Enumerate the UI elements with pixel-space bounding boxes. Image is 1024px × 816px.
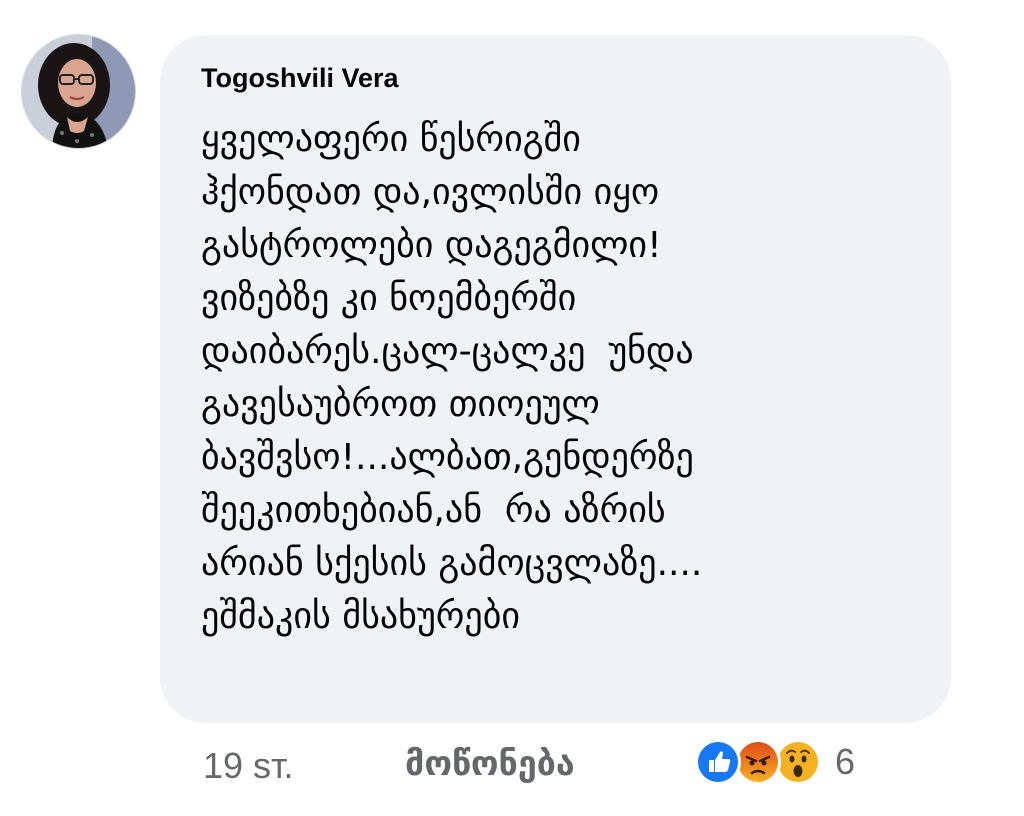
comment-line: ჰქონდათ და,ივლისში იყო: [201, 172, 660, 213]
comment-line: ეშმაკის მსახურები: [201, 596, 520, 637]
comment: Togoshvili Vera ყველაფერი წესრიგში ჰქონდ…: [0, 0, 1024, 816]
comment-line: შეეკითხებიან,ან რა აზრის: [201, 490, 666, 531]
comment-line: გასტროლები დაგეგმილი!: [201, 225, 662, 266]
comment-line: ვიზებზე კი ნოემბერში: [201, 278, 577, 319]
avatar-image: [22, 35, 135, 148]
comment-bubble: Togoshvili Vera ყველაფერი წესრიგში ჰქონდ…: [160, 35, 951, 723]
avatar[interactable]: [22, 35, 135, 148]
comment-line: ყველაფერი წესრიგში: [201, 119, 581, 160]
wow-icon: [775, 739, 821, 785]
comment-text: ყველაფერი წესრიგში ჰქონდათ და,ივლისში იყ…: [201, 113, 921, 643]
comment-line: გავესაუბროთ თიოეულ: [201, 384, 600, 425]
like-button[interactable]: მოწონება: [405, 744, 575, 784]
reaction-count: 6: [835, 741, 856, 782]
comment-author[interactable]: Togoshvili Vera: [201, 62, 399, 94]
comment-actions: 19 ѕт. მოწონება 6: [203, 738, 903, 798]
angry-icon: [735, 739, 781, 785]
comment-line: არიან სქესის გამოცვლაზე....: [201, 543, 703, 584]
like-icon: [695, 739, 741, 785]
comment-timestamp[interactable]: 19 ѕт.: [203, 745, 294, 787]
comment-line: ბავშვსო!...ალბათ,გენდერზე: [201, 437, 694, 478]
reactions-summary[interactable]: 6: [695, 738, 855, 786]
comment-line: დაიბარეს.ცალ-ცალკე უნდა: [201, 331, 694, 372]
